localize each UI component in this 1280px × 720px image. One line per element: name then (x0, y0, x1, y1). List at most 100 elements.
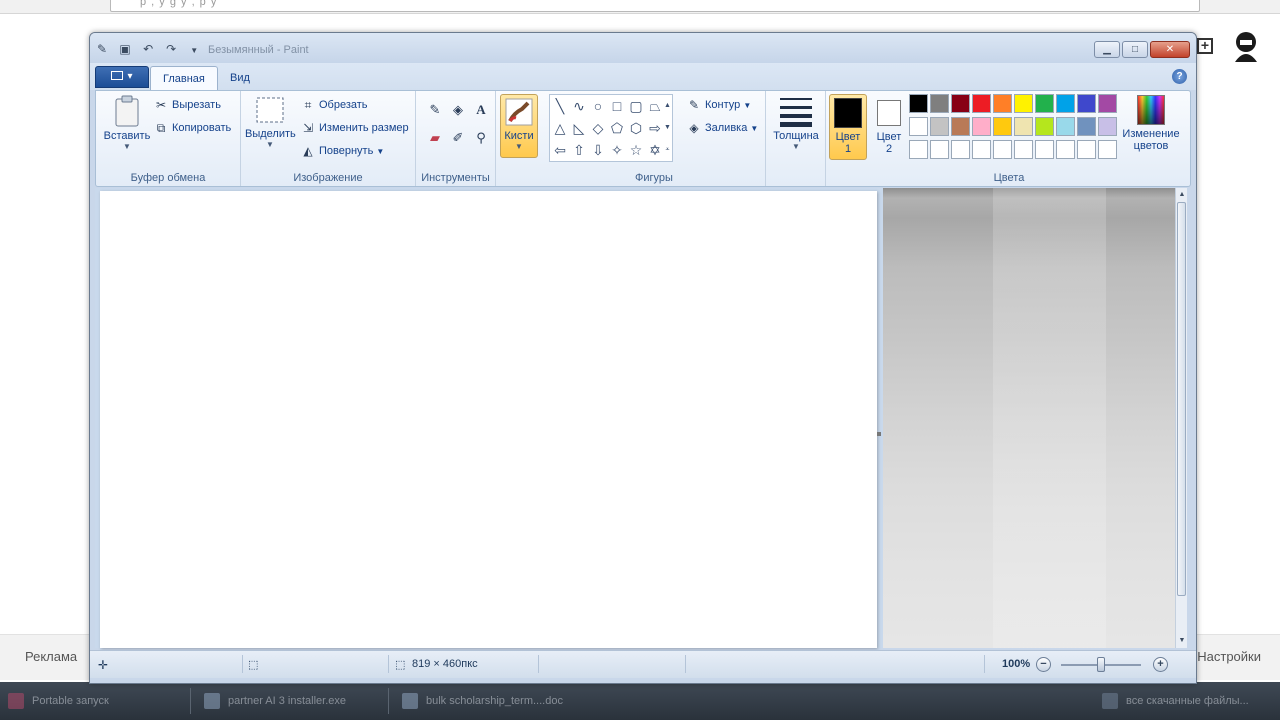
close-button[interactable]: ✕ (1150, 41, 1190, 58)
palette-swatch[interactable] (951, 140, 970, 159)
palette-swatch[interactable] (1035, 94, 1054, 113)
six-point-star-shape-icon[interactable]: ✡ (646, 140, 664, 160)
text-tool-icon[interactable]: A (470, 99, 492, 121)
browser-address-bar[interactable] (110, 0, 1200, 12)
scroll-up-icon[interactable]: ▲ (663, 96, 672, 116)
add-bookmark-icon[interactable]: + (1197, 38, 1213, 54)
scroll-up-arrow-icon[interactable]: ▲ (1176, 189, 1188, 201)
ads-link[interactable]: Реклама (25, 649, 77, 664)
right-arrow-shape-icon[interactable]: ⇨ (646, 118, 664, 138)
undo-icon[interactable]: ↶ (141, 42, 155, 56)
palette-swatch[interactable] (930, 117, 949, 136)
triangle-shape-icon[interactable]: △ (551, 118, 569, 138)
taskbar-item[interactable]: Portable запуск (0, 686, 188, 716)
fill-bucket-icon[interactable]: ◈ (447, 99, 469, 121)
pencil-icon[interactable]: ✎ (424, 99, 446, 121)
scrollbar-thumb[interactable] (1177, 202, 1186, 596)
taskbar-item[interactable]: bulk scholarship_term....doc (394, 686, 588, 716)
color1-button[interactable]: Цвет 1 (829, 94, 867, 160)
palette-swatch[interactable] (972, 140, 991, 159)
canvas-resize-handle[interactable] (877, 432, 881, 436)
rectangle-shape-icon[interactable]: □ (608, 96, 626, 116)
line-shape-icon[interactable]: ╲ (551, 96, 569, 116)
fill-button[interactable]: ◈ Заливка ▼ (687, 118, 758, 138)
paint-menu-button[interactable]: ▾ (95, 66, 149, 88)
color2-button[interactable]: Цвет 2 (871, 94, 907, 160)
zoom-in-button[interactable]: + (1153, 657, 1168, 672)
cut-button[interactable]: ✂ Вырезать (154, 95, 221, 115)
size-button[interactable]: Толщина ▼ (769, 95, 823, 151)
edit-colors-button[interactable]: Изменение цветов (1116, 95, 1186, 152)
palette-swatch[interactable] (1077, 117, 1096, 136)
palette-swatch[interactable] (1056, 94, 1075, 113)
palette-swatch[interactable] (1056, 117, 1075, 136)
scroll-down-icon[interactable]: ▼ (663, 118, 672, 138)
palette-swatch[interactable] (1077, 94, 1096, 113)
palette-swatch[interactable] (972, 117, 991, 136)
help-icon[interactable]: ? (1172, 69, 1187, 84)
save-icon[interactable]: ▣ (118, 42, 132, 56)
palette-swatch[interactable] (1035, 117, 1054, 136)
palette-swatch[interactable] (993, 117, 1012, 136)
taskbar-item[interactable]: partner AI 3 installer.exe (196, 686, 386, 716)
five-point-star-shape-icon[interactable]: ☆ (627, 140, 645, 160)
expand-gallery-icon[interactable]: ⩡ (663, 140, 672, 160)
curve-shape-icon[interactable]: ∿ (570, 96, 588, 116)
brushes-button[interactable]: Кисти ▼ (500, 94, 538, 158)
crop-button[interactable]: ⌗ Обрезать (301, 95, 368, 115)
palette-swatch[interactable] (1014, 94, 1033, 113)
outline-button[interactable]: ✎ Контур ▼ (687, 95, 751, 115)
palette-swatch[interactable] (1056, 140, 1075, 159)
maximize-button[interactable]: □ (1122, 41, 1148, 58)
paint-app-icon[interactable]: ✎ (95, 42, 109, 56)
tab-view[interactable]: Вид (218, 66, 262, 90)
settings-link[interactable]: Настройки (1197, 649, 1261, 664)
color-picker-icon[interactable]: ✐ (447, 127, 469, 149)
palette-swatch[interactable] (909, 94, 928, 113)
hexagon-shape-icon[interactable]: ⬡ (627, 118, 645, 138)
eraser-icon[interactable]: ▰ (424, 127, 446, 149)
four-point-star-shape-icon[interactable]: ✧ (608, 140, 626, 160)
palette-swatch[interactable] (1098, 140, 1117, 159)
zoom-slider-thumb[interactable] (1097, 657, 1105, 672)
zoom-out-button[interactable]: − (1036, 657, 1051, 672)
palette-swatch[interactable] (1014, 140, 1033, 159)
palette-swatch[interactable] (972, 94, 991, 113)
rotate-button[interactable]: ◭ Повернуть ▼ (301, 141, 384, 161)
palette-swatch[interactable] (1014, 117, 1033, 136)
palette-swatch[interactable] (1035, 140, 1054, 159)
right-triangle-shape-icon[interactable]: ◺ (570, 118, 588, 138)
palette-swatch[interactable] (1098, 117, 1117, 136)
up-arrow-shape-icon[interactable]: ⇧ (570, 140, 588, 160)
palette-swatch[interactable] (1077, 140, 1096, 159)
palette-swatch[interactable] (930, 94, 949, 113)
down-arrow-shape-icon[interactable]: ⇩ (589, 140, 607, 160)
vertical-scrollbar[interactable]: ▲ ▼ (1175, 188, 1187, 648)
magnifier-icon[interactable]: ⚲ (470, 127, 492, 149)
pentagon-shape-icon[interactable]: ⬠ (608, 118, 626, 138)
scroll-down-arrow-icon[interactable]: ▼ (1176, 635, 1188, 647)
oval-shape-icon[interactable]: ○ (589, 96, 607, 116)
drawing-canvas[interactable] (100, 191, 877, 648)
polygon-shape-icon[interactable]: ⏢ (646, 96, 664, 116)
rounded-rectangle-shape-icon[interactable]: ▢ (627, 96, 645, 116)
palette-swatch[interactable] (951, 117, 970, 136)
downloads-tray[interactable]: все скачанные файлы... (1094, 686, 1274, 716)
customize-qat-icon[interactable]: ▼ (187, 44, 201, 58)
tab-home[interactable]: Главная (150, 66, 218, 90)
palette-swatch[interactable] (930, 140, 949, 159)
redo-icon[interactable]: ↷ (164, 42, 178, 56)
minimize-button[interactable]: ▁ (1094, 41, 1120, 58)
diamond-shape-icon[interactable]: ◇ (589, 118, 607, 138)
palette-swatch[interactable] (993, 94, 1012, 113)
palette-swatch[interactable] (909, 117, 928, 136)
palette-swatch[interactable] (993, 140, 1012, 159)
avatar[interactable] (1231, 28, 1261, 64)
paste-button[interactable]: Вставить ▼ (102, 95, 152, 151)
select-button[interactable]: Выделить ▼ (245, 95, 296, 149)
resize-button[interactable]: ⇲ Изменить размер (301, 118, 409, 138)
palette-swatch[interactable] (909, 140, 928, 159)
palette-swatch[interactable] (1098, 94, 1117, 113)
left-arrow-shape-icon[interactable]: ⇦ (551, 140, 569, 160)
palette-swatch[interactable] (951, 94, 970, 113)
